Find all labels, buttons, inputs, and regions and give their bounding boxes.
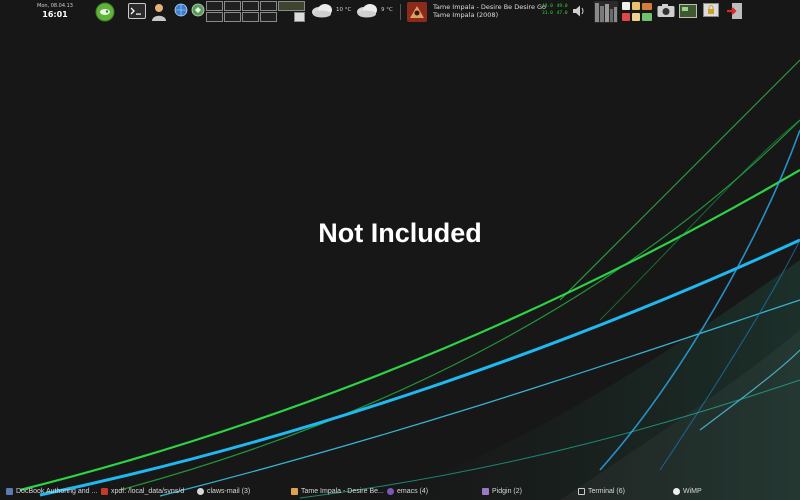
task-terminal[interactable]: Terminal (6)	[578, 488, 625, 495]
clock-time: 16:01	[42, 10, 68, 19]
album-art-icon[interactable]	[407, 2, 427, 22]
user-icon[interactable]	[150, 2, 168, 22]
network-icon[interactable]	[191, 3, 205, 17]
taskbar: DocBook Authoring and ... xpdf: /local_d…	[0, 486, 800, 500]
now-playing-title: Tame Impala - Desire Be Desire Go	[433, 3, 547, 11]
weather-widget-2[interactable]: 9 °C	[356, 2, 393, 18]
center-message: Not Included	[318, 218, 482, 248]
system-meter: 49.0 49.0 31.0 47.0	[542, 4, 569, 18]
monitor-icon[interactable]	[679, 4, 697, 18]
meter-value: 49.0	[542, 4, 553, 9]
desktop-pager-icon[interactable]	[206, 1, 306, 23]
lock-icon[interactable]	[703, 3, 719, 19]
task-docbook[interactable]: DocBook Authoring and ...	[6, 488, 97, 495]
task-pidgin[interactable]: Pidgin (2)	[482, 488, 522, 495]
task-label: DocBook Authoring and ...	[16, 488, 98, 495]
cloud-icon	[312, 4, 332, 18]
speaker-icon[interactable]	[572, 4, 586, 18]
terminal-icon	[578, 488, 585, 495]
task-claws-mail[interactable]: claws-mail (3)	[197, 488, 250, 495]
cloud-icon	[357, 4, 377, 18]
opensuse-logo-icon[interactable]	[95, 2, 115, 22]
now-playing-album: Tame Impala (2008)	[433, 11, 499, 20]
pidgin-icon	[482, 488, 489, 495]
cpu-graph-icon	[594, 1, 618, 23]
docbook-icon	[6, 488, 13, 495]
meter-value: 49.0	[556, 4, 568, 9]
task-wimp[interactable]: WiMP	[673, 488, 702, 495]
task-label: Tame Impala - Desire Be...	[301, 488, 384, 495]
weather-widget-1[interactable]: 10 °C	[311, 2, 351, 18]
task-label: Pidgin (2)	[492, 488, 522, 495]
panel-divider	[400, 4, 401, 20]
meter-value: 47.0	[556, 10, 568, 16]
claws-mail-icon	[197, 488, 204, 495]
desktop-wallpaper	[0, 0, 800, 500]
task-emacs[interactable]: emacs (4)	[387, 488, 428, 495]
terminal-icon[interactable]	[128, 3, 146, 19]
task-label: xpdf: /local_data/svns/d	[111, 488, 185, 495]
task-label: WiMP	[683, 488, 702, 495]
camera-icon[interactable]	[657, 3, 675, 18]
weather-temp: 10 °C	[336, 7, 352, 13]
wimp-icon	[673, 488, 680, 495]
task-label: emacs (4)	[397, 488, 429, 495]
weather-temp: 9 °C	[381, 7, 393, 13]
emacs-icon	[387, 488, 394, 495]
logout-icon[interactable]	[726, 2, 744, 20]
task-xpdf[interactable]: xpdf: /local_data/svns/d	[101, 488, 184, 495]
music-player-icon	[291, 488, 298, 495]
now-playing-widget[interactable]: Tame Impala - Desire Be Desire Go Tame I…	[433, 3, 546, 19]
clock-widget[interactable]: Mon, 08.04.13 16:01	[12, 4, 98, 19]
globe-icon[interactable]	[174, 3, 188, 17]
task-label: Terminal (6)	[588, 488, 625, 495]
top-panel: Mon, 08.04.13 16:01 10 °C 9 °C Tame Impa…	[0, 0, 800, 24]
meter-value: 31.0	[542, 10, 553, 16]
task-label: claws-mail (3)	[207, 488, 251, 495]
clock-date: Mon, 08.04.13	[37, 3, 73, 9]
notes-icon[interactable]	[622, 2, 656, 22]
task-music-player[interactable]: Tame Impala - Desire Be...	[291, 488, 384, 495]
xpdf-icon	[101, 488, 108, 495]
